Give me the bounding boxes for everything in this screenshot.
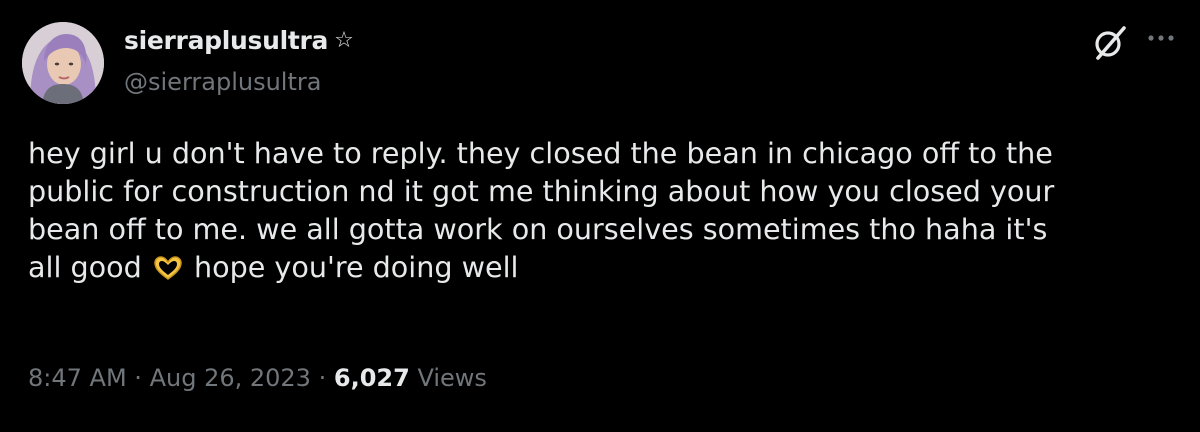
tweet-card: sierraplusultra ☆ @sierraplusultra hey g…	[0, 0, 1200, 432]
author-name-row[interactable]: sierraplusultra ☆	[124, 26, 354, 55]
profile-photo	[22, 22, 104, 104]
tweet-line: public for construction nd it got me thi…	[28, 174, 1055, 208]
tweet-meta: 8:47 AM · Aug 26, 2023 · 6,027 Views	[28, 364, 487, 392]
tweet-text-fragment: hope you're doing well	[193, 250, 519, 284]
more-dots-icon[interactable]	[1146, 28, 1176, 48]
views-label: Views	[417, 364, 487, 392]
tweet-text: hey girl u don't have to reply. they clo…	[28, 134, 1178, 286]
tweet-line: hey girl u don't have to reply. they clo…	[28, 136, 1053, 170]
author-handle[interactable]: @sierraplusultra	[124, 68, 321, 96]
tweet-line-last: all good hope you're doing well	[28, 248, 1178, 286]
display-name[interactable]: sierraplusultra	[124, 26, 328, 55]
star-outline-icon: ☆	[334, 27, 354, 53]
tweet-text-fragment: all good	[28, 250, 142, 284]
views-count: 6,027	[333, 364, 410, 392]
tweet-date[interactable]: Aug 26, 2023	[150, 364, 311, 392]
meta-separator: ·	[318, 364, 327, 392]
tweet-time[interactable]: 8:47 AM	[28, 364, 127, 392]
tweet-line: bean off to me. we all gotta work on our…	[28, 212, 1048, 246]
heart-hands-emoji	[154, 256, 182, 280]
meta-separator: ·	[134, 364, 142, 392]
grok-icon[interactable]	[1090, 22, 1130, 62]
avatar[interactable]	[22, 22, 104, 104]
